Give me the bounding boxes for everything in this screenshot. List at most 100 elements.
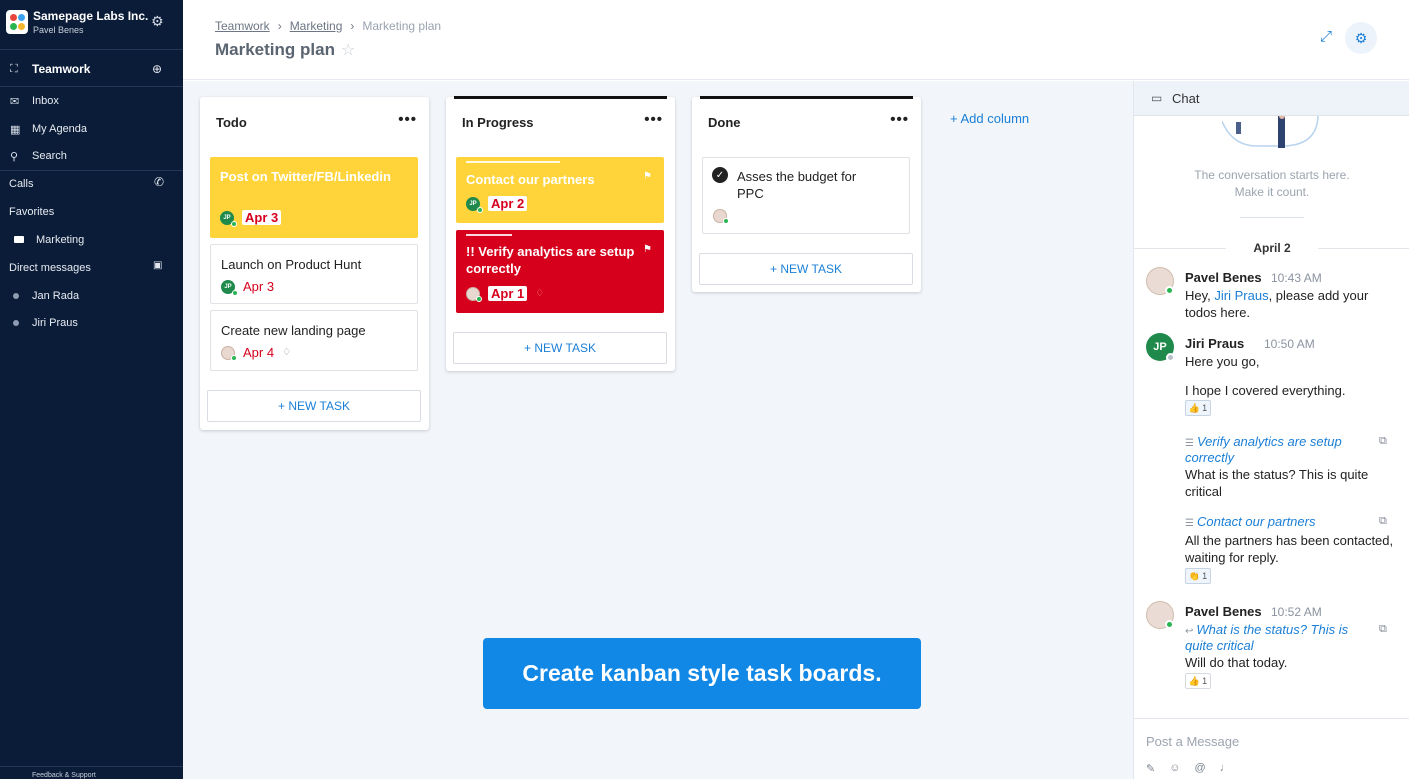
divider [0,86,183,87]
favorites-label: Favorites [9,206,55,218]
kanban-board: Todo ••• Post on Twitter/FB/Linkedin JP … [183,81,1133,779]
star-icon[interactable]: ☆ [341,40,355,60]
more-icon[interactable]: ••• [398,111,417,128]
add-circle-icon[interactable]: ⊕ [152,62,162,76]
avatar: JP [466,196,483,213]
card-title: Create new landing page [221,323,366,338]
message-author[interactable]: Pavel Benes [1185,270,1262,285]
card-title: Launch on Product Hunt [221,257,362,272]
avatar[interactable]: JP [1146,333,1175,362]
presence-dot [13,320,19,326]
new-task-button[interactable]: + NEW TASK [699,253,913,285]
card-title: Post on Twitter/FB/Linkedin [220,169,391,184]
add-column-button[interactable]: + Add column [950,111,1029,126]
open-task-icon[interactable]: ⧉ [1379,515,1387,528]
sidebar-item-label: Inbox [32,95,59,107]
page-header: Teamwork › Marketing › Marketing plan Ma… [183,0,1409,80]
sidebar-item-agenda[interactable]: ▦ My Agenda [0,116,183,142]
breadcrumb-marketing[interactable]: Marketing [290,19,343,33]
message-input[interactable]: Post a Message [1146,734,1239,749]
card-meta [713,209,729,224]
task-card[interactable]: Launch on Product Hunt JP Apr 3 [210,244,418,304]
more-icon[interactable]: ••• [890,111,909,128]
card-title: Contact our partners [466,172,595,187]
task-list-icon: ☰ [1185,518,1194,529]
column-top-bar [454,96,667,99]
flag-icon: ⚑ [643,171,652,182]
task-reference[interactable]: ☰ Verify analytics are setup correctly [1185,435,1365,465]
divider [1240,217,1304,218]
reaction-button[interactable]: 👏 1 [1185,568,1211,584]
conversation-empty-text: The conversation starts here. Make it co… [1194,168,1350,199]
message-author[interactable]: Jiri Praus [1185,336,1244,351]
message-time: 10:43 AM [1271,271,1322,285]
direct-messages-label: Direct messages [9,262,91,274]
column-todo: Todo ••• Post on Twitter/FB/Linkedin JP … [200,97,429,430]
sidebar: Samepage Labs Inc. Pavel Benes ⚙ ⛶ Teamw… [0,0,183,779]
inbox-icon: ✉ [10,95,20,108]
thumbs-up-icon: 👍 [1188,402,1201,413]
dm-item-jan-rada[interactable]: Jan Rada [32,290,79,302]
avatar: JP [220,210,237,227]
more-icon[interactable]: ••• [644,111,663,128]
message-text: All the partners has been contacted, wai… [1185,533,1394,565]
task-list-icon: ☰ [1185,438,1194,449]
dm-item-jiri-praus[interactable]: Jiri Praus [32,317,78,329]
chat-header: ▭ Chat [1134,81,1409,116]
mention-link[interactable]: Jiri Praus [1214,288,1268,303]
message-time: 10:50 AM [1264,337,1315,351]
sidebar-item-inbox[interactable]: ✉ Inbox [0,88,183,114]
task-card[interactable]: !! Verify analytics are setup correctly … [456,230,664,313]
card-title: !! Verify analytics are setup correctly [466,244,635,276]
chevron-right-icon: › [350,19,355,33]
message-composer[interactable]: Post a Message ✎ ☺ @ ♩ [1134,718,1409,779]
gear-icon[interactable]: ⚙ [151,13,164,30]
reply-reference[interactable]: ↩ What is the status? This is quite criti… [1185,623,1365,653]
microphone-icon[interactable]: ♩ [1220,762,1231,775]
avatar[interactable] [1146,601,1174,629]
message-author[interactable]: Pavel Benes [1185,604,1262,619]
message-text: Hey, Jiri Praus, please add your todos h… [1185,288,1369,320]
task-card[interactable]: Contact our partners ⚑ JP Apr 2 [456,157,664,223]
task-reference[interactable]: ☰ Contact our partners [1185,515,1365,531]
new-task-button[interactable]: + NEW TASK [207,390,421,422]
card-meta: Apr 1 ♢ [466,286,544,302]
emoji-icon[interactable]: ☺ [1169,762,1180,775]
column-title: In Progress [462,115,534,130]
new-task-button[interactable]: + NEW TASK [453,332,667,364]
expand-icon[interactable]: ⤢ [1320,28,1332,45]
promo-banner: Create kanban style task boards. [483,638,921,709]
settings-button[interactable]: ⚙ [1345,22,1377,54]
gear-icon: ⚙ [1354,29,1368,46]
calls-label[interactable]: Calls [9,178,33,190]
check-icon[interactable]: ✓ [712,167,728,183]
open-task-icon[interactable]: ⧉ [1379,435,1387,448]
composer-tools: ✎ ☺ @ ♩ [1146,762,1231,775]
new-message-icon[interactable]: ▣ [153,260,162,271]
mention-icon[interactable]: @ [1194,762,1205,775]
due-date: Apr 1 [488,286,528,301]
org-user: Pavel Benes [33,25,84,35]
reaction-button[interactable]: 👍 1 [1185,400,1211,416]
card-title: Asses the budget for PPC [737,169,857,201]
open-task-icon[interactable]: ⧉ [1379,623,1387,636]
sidebar-item-marketing[interactable]: Marketing [36,234,84,246]
task-card[interactable]: Create new landing page Apr 4 ♢ [210,310,418,371]
due-date: Apr 3 [242,210,282,225]
task-card[interactable]: ✓ Asses the budget for PPC [702,157,910,234]
reaction-button[interactable]: 👍 1 [1185,673,1211,689]
org-header[interactable]: Samepage Labs Inc. Pavel Benes ⚙ [0,0,183,50]
divider [0,170,183,171]
sidebar-item-teamwork[interactable]: ⛶ Teamwork ⊕ [0,56,183,82]
task-card[interactable]: Post on Twitter/FB/Linkedin JP Apr 3 [210,157,418,238]
column-title: Todo [216,115,247,130]
avatar[interactable] [1146,267,1174,295]
sidebar-item-search[interactable]: ⚲ Search [0,143,183,169]
avatar: JP [221,279,238,296]
breadcrumb-teamwork[interactable]: Teamwork [215,19,270,33]
phone-icon[interactable]: ✆ [154,175,164,189]
feedback-link[interactable]: Feedback & Support [32,772,96,779]
attach-icon[interactable]: ✎ [1146,762,1155,775]
chat-panel: ▭ Chat The conversation starts here. Mak… [1133,81,1409,779]
card-meta: JP Apr 3 [220,210,282,227]
